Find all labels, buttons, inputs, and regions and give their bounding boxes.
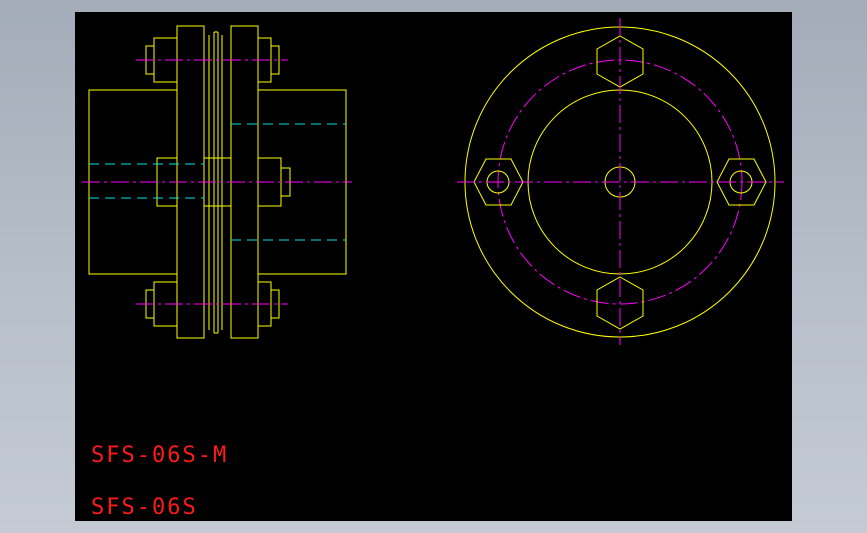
- coupling-side-view: [82, 25, 352, 339]
- cad-viewport: SFS-06S-M SFS-06S: [75, 12, 792, 521]
- coupling-front-view: [457, 18, 784, 345]
- side-centerlines: [82, 59, 352, 305]
- part-model-label-m: SFS-06S-M: [91, 443, 229, 468]
- front-centerlines: [457, 18, 784, 345]
- part-model-label: SFS-06S: [91, 495, 198, 520]
